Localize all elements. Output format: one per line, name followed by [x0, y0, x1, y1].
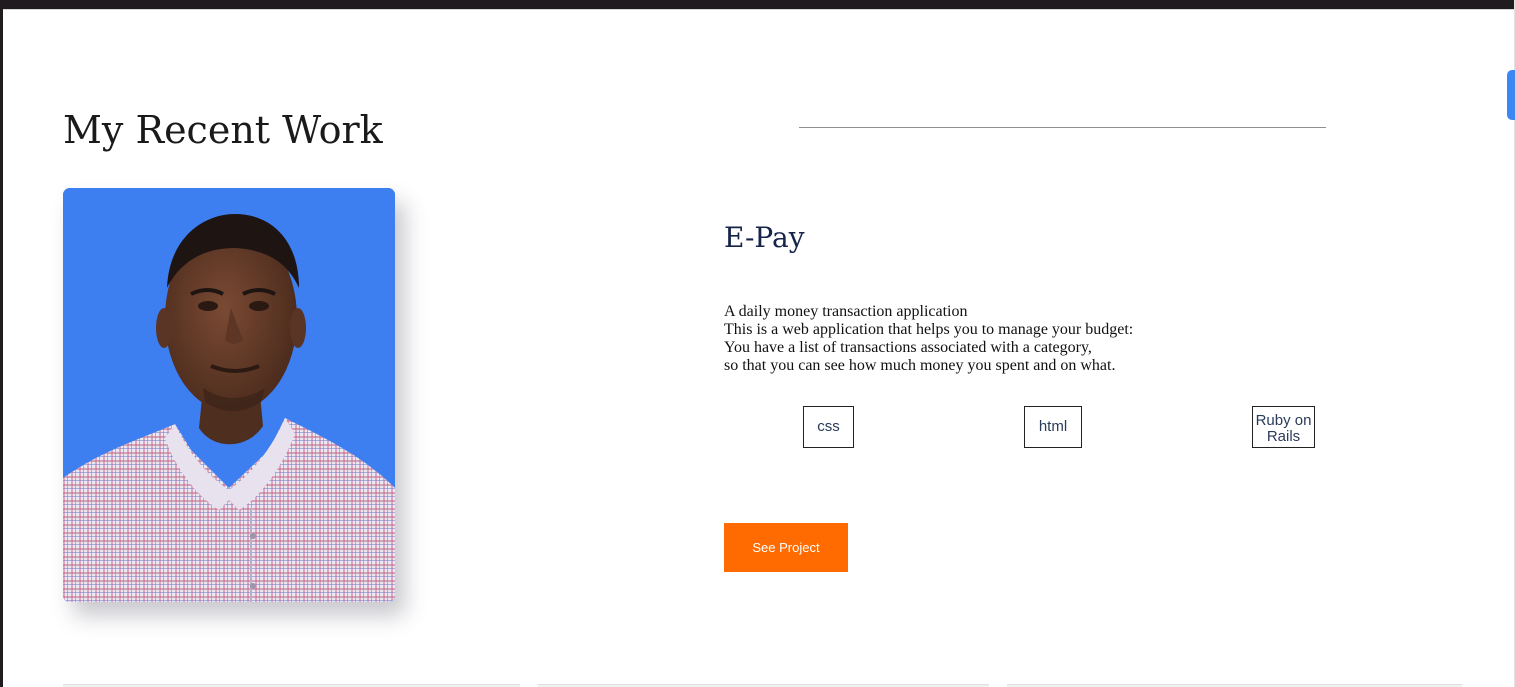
tag-ruby-on-rails: Ruby on Rails: [1252, 406, 1315, 448]
window-top-divider: [0, 9, 1515, 10]
tag-css: css: [803, 406, 854, 448]
description-line: This is a web application that helps you…: [724, 321, 1134, 338]
title-divider: [799, 127, 1326, 128]
project-image: [63, 188, 395, 602]
tag-html: html: [1024, 406, 1082, 448]
scroll-indicator[interactable]: [1507, 70, 1515, 120]
window-top-border: [0, 0, 1515, 9]
window-left-border: [0, 0, 3, 687]
portrait-photo: [63, 188, 395, 602]
section-title: My Recent Work: [63, 108, 383, 152]
project-description: A daily money transaction application Th…: [724, 303, 1224, 375]
description-line: You have a list of transactions associat…: [724, 339, 1092, 356]
description-line: so that you can see how much money you s…: [724, 357, 1116, 374]
description-line: A daily money transaction application: [724, 303, 968, 320]
project-title: E-Pay: [724, 221, 805, 254]
see-project-button[interactable]: See Project: [724, 523, 848, 572]
